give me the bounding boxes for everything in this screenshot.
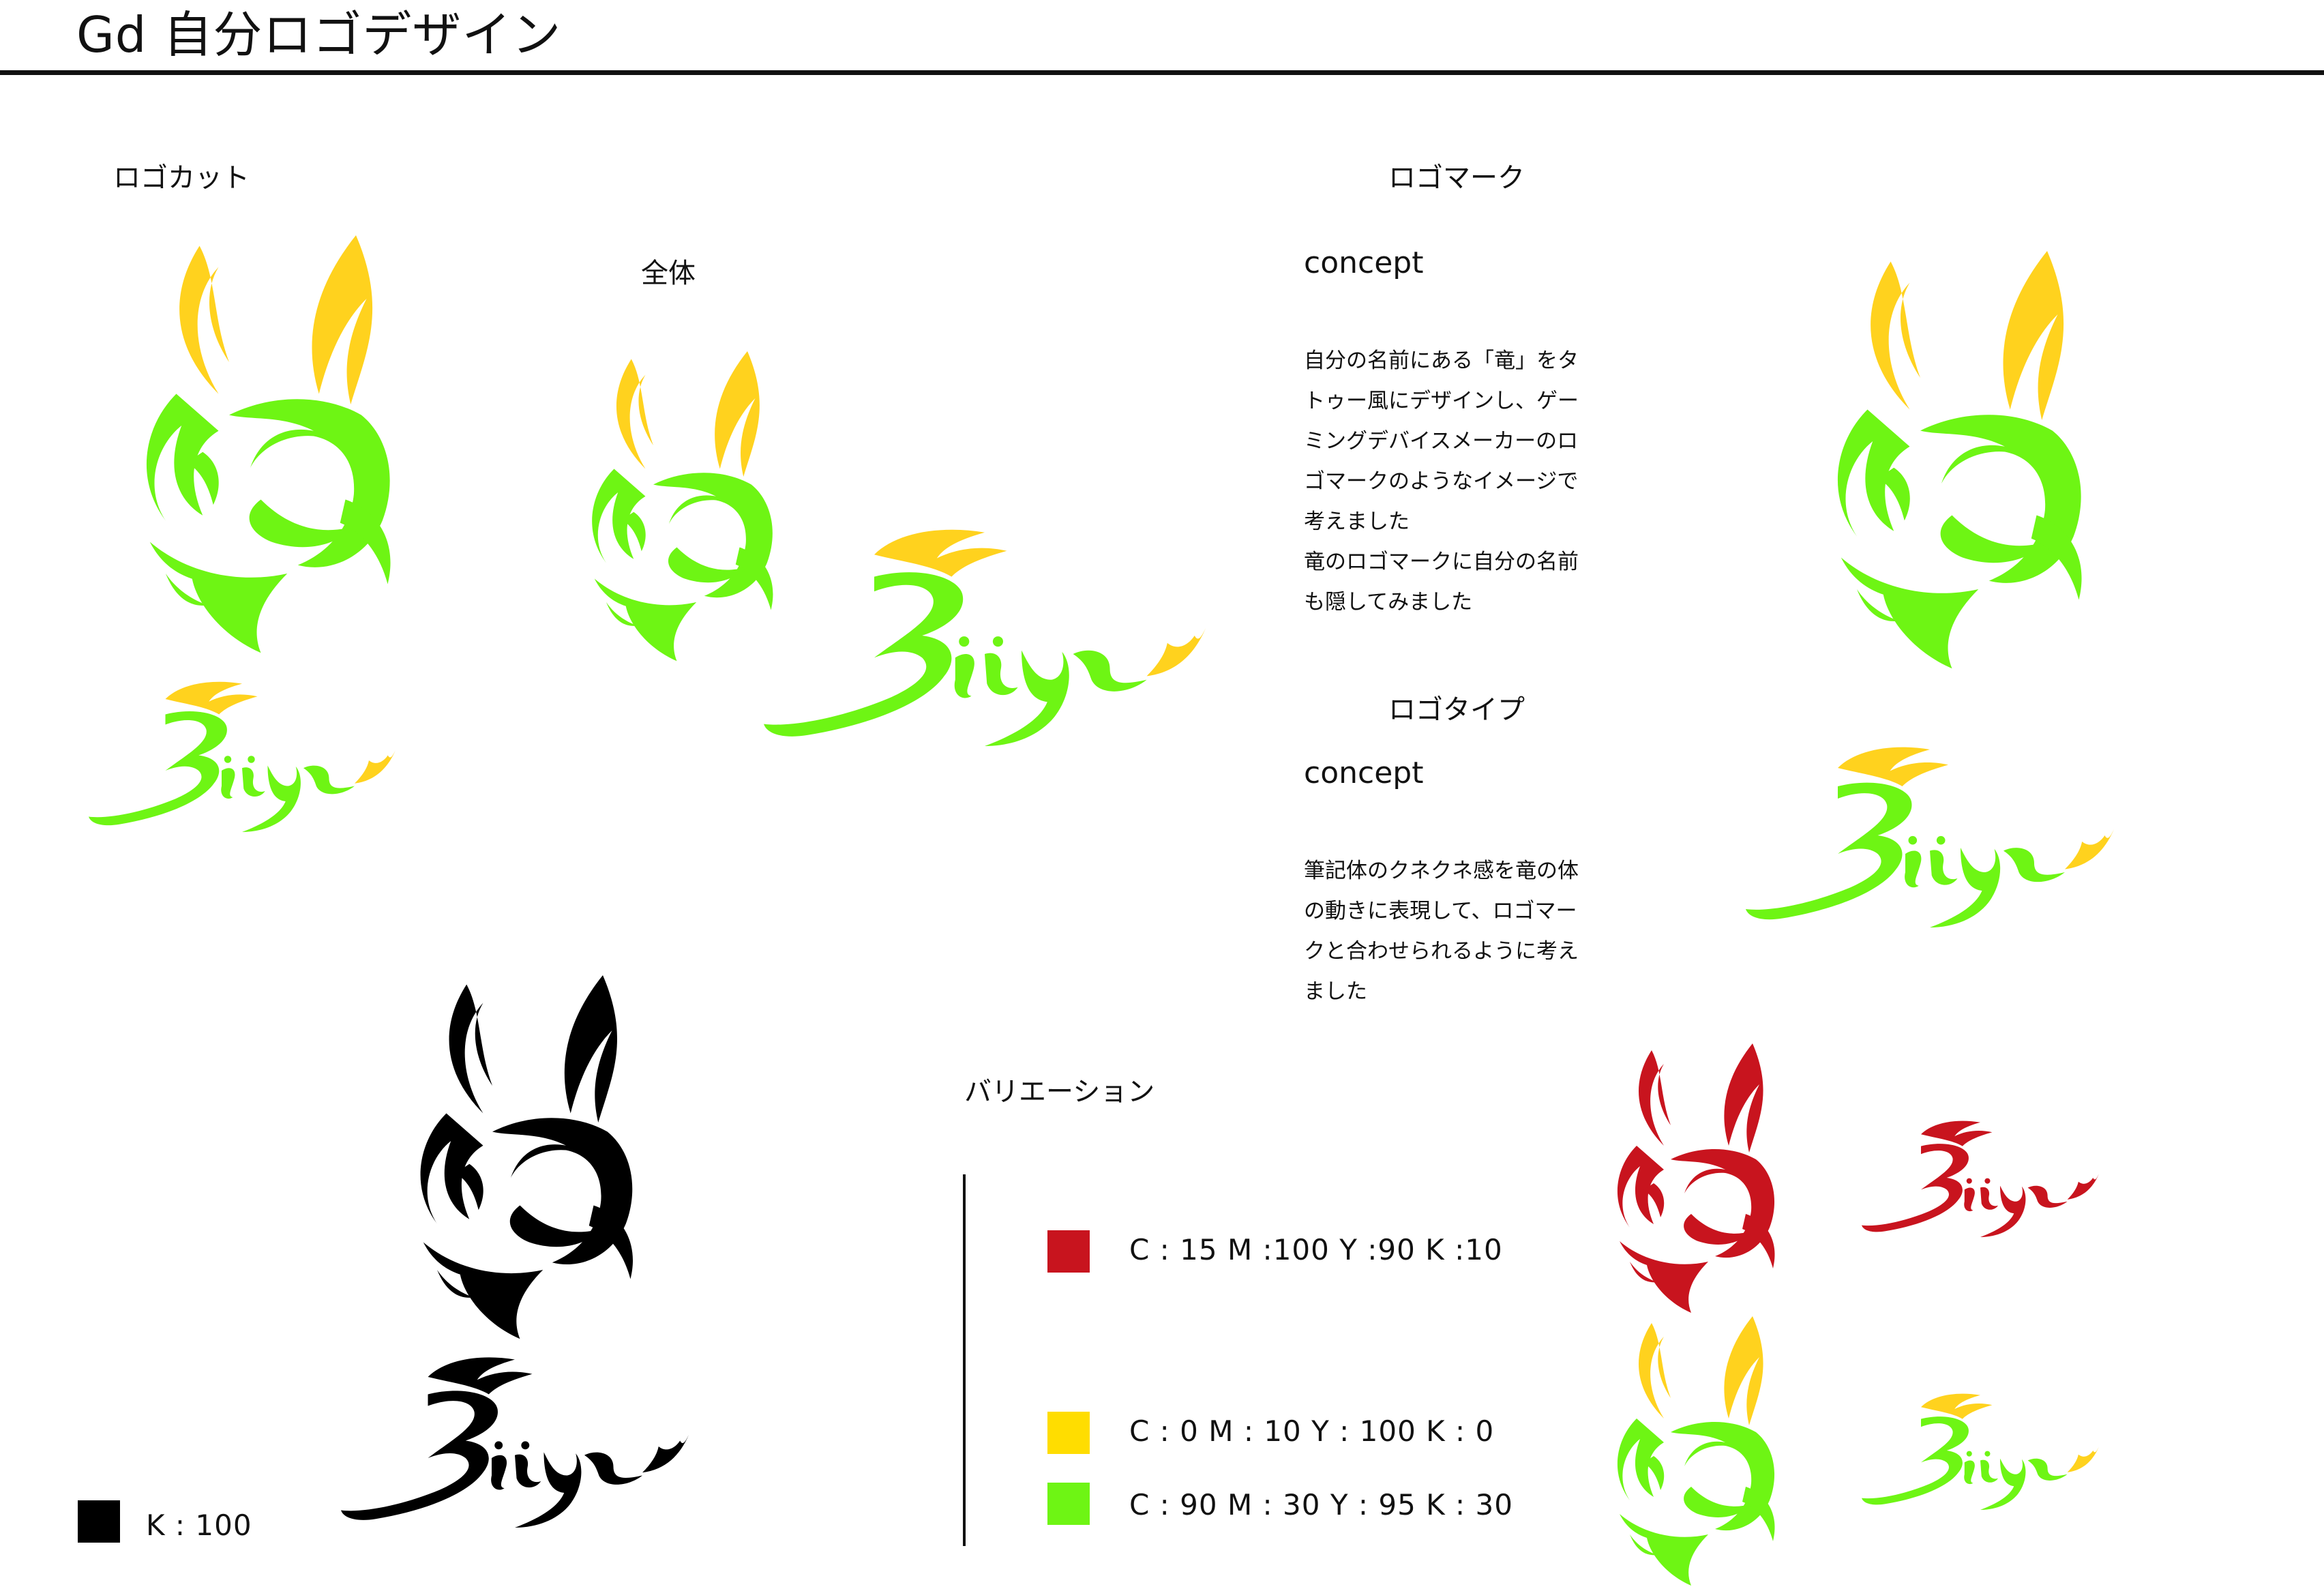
dragon-head-logo-combined (592, 351, 773, 662)
dragon-head-logo-green (146, 235, 391, 653)
ryu-wordmark-red (1862, 1120, 2099, 1237)
concept-line: 竜のロゴマークに自分の名前 (1304, 550, 1579, 574)
concept-line: ゴマークのようなイメージで (1304, 469, 1579, 494)
ryu-wordmark-black (341, 1357, 689, 1528)
concept-line: トゥー風にデザインし、ゲー (1304, 389, 1579, 413)
section-label-variation: バリエーション (964, 1076, 1155, 1108)
dragon-head-logo-variation-green (1617, 1316, 1775, 1586)
dragon-head-logo-mark (1837, 251, 2082, 669)
concept-line: クと合わせられるように考え (1304, 939, 1579, 964)
dragon-head-logo-black (420, 975, 634, 1339)
section-label-logo-mark: ロゴマーク (1388, 162, 1525, 194)
concept-line: ミングデバイスメーカーのロ (1304, 429, 1579, 454)
ryu-wordmark-variation-green (1862, 1393, 2099, 1510)
ryu-wordmark-combined (764, 529, 1206, 746)
swatch-black-label: K : 100 (146, 1509, 252, 1542)
swatch-green (1047, 1483, 1090, 1525)
concept-line: ました (1304, 979, 1367, 1004)
swatch-yellow (1047, 1412, 1090, 1454)
swatch-red-label: C : 15 M :100 Y :90 K :10 (1129, 1233, 1503, 1266)
section-label-logo-cut: ロゴカット (113, 162, 250, 194)
swatch-red (1047, 1230, 1090, 1273)
section-label-whole: 全体 (641, 258, 696, 289)
swatch-black (78, 1500, 120, 1543)
concept-line: の動きに表現して、ロゴマー (1304, 899, 1577, 923)
mark-concept-heading: concept (1304, 246, 1424, 280)
section-label-logo-type: ロゴタイプ (1388, 694, 1525, 726)
dragon-head-logo-red (1617, 1043, 1775, 1313)
header-rule (0, 70, 2324, 75)
ryu-wordmark-logotype (1746, 747, 2114, 927)
concept-line: 自分の名前にある「竜」をタ (1304, 348, 1579, 373)
page-title: Gd 自分ロゴデザイン (76, 6, 562, 63)
type-concept-heading: concept (1304, 756, 1424, 790)
concept-line: も隠してみました (1304, 590, 1473, 614)
mark-concept-text: 自分の名前にある「竜」をタ トゥー風にデザインし、ゲー ミングデバイスメーカーの… (1304, 341, 1624, 623)
concept-line: 筆記体のクネクネ感を竜の体 (1304, 859, 1579, 883)
swatch-yellow-label: C : 0 M : 10 Y : 100 K : 0 (1129, 1414, 1495, 1448)
type-concept-text: 筆記体のクネクネ感を竜の体 の動きに表現して、ロゴマー クと合わせられるように考… (1304, 851, 1624, 1012)
concept-line: 考えました (1304, 509, 1410, 534)
variation-divider (963, 1174, 966, 1546)
ryu-wordmark-green (89, 681, 396, 832)
swatch-green-label: C : 90 M : 30 Y : 95 K : 30 (1129, 1488, 1513, 1521)
